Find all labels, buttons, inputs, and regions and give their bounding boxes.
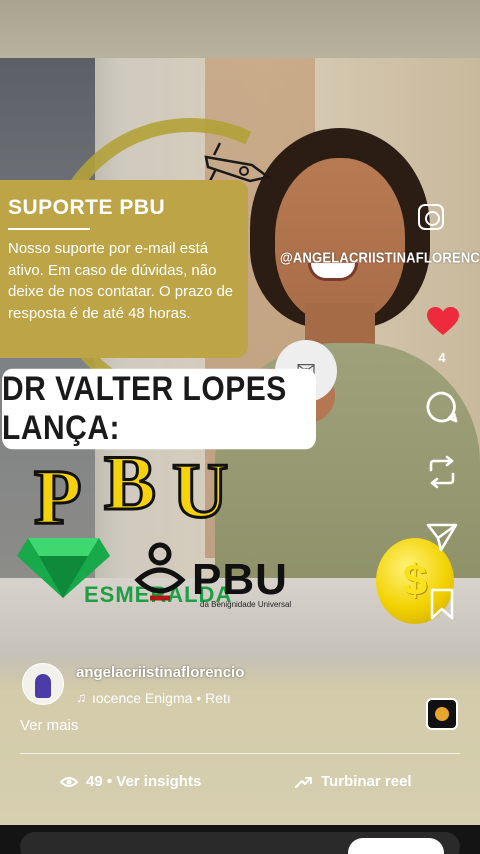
audio-track[interactable]: ıocence Enigma • Retı: [92, 690, 252, 706]
title-underline: [8, 228, 90, 230]
disc-icon: [435, 707, 449, 721]
pbu-logo-subtitle: da Benignidade Universal: [200, 600, 292, 609]
repost-icon[interactable]: [426, 455, 458, 489]
bottom-action-button[interactable]: [348, 838, 444, 854]
pbu-letter-p: P: [33, 452, 84, 542]
insights-label: 49 • Ver insights: [86, 773, 202, 790]
support-card: SUPORTE PBU Nosso suporte por e-mail est…: [0, 180, 248, 358]
boost-reel-button[interactable]: Turbinar reel: [295, 773, 412, 790]
instagram-icon[interactable]: [418, 204, 444, 230]
insights-button[interactable]: 49 • Ver insights: [60, 773, 201, 790]
boost-label: Turbinar reel: [321, 773, 412, 790]
eye-icon: [60, 776, 78, 787]
pbu-letter-u: U: [170, 446, 229, 536]
heart-icon[interactable]: [426, 306, 460, 336]
status-area: [0, 0, 480, 58]
more-link[interactable]: Ver mais: [20, 717, 78, 734]
headline-banner: DR VALTER LOPES LANÇA:: [2, 368, 316, 450]
bookmark-icon[interactable]: [429, 588, 455, 620]
support-title: SUPORTE PBU: [8, 196, 166, 219]
pbu-logo-text: PBU: [192, 555, 288, 604]
comment-icon[interactable]: [425, 390, 459, 424]
divider: [20, 753, 460, 754]
share-icon[interactable]: [426, 522, 458, 552]
trending-up-icon: [295, 776, 312, 788]
creator-handle: @ANGELACRIISTINAFLORENCIO: [280, 249, 480, 266]
support-body: Nosso suporte por e-mail está ativo. Em …: [8, 240, 234, 322]
pbu-letters: P B U: [30, 438, 250, 542]
avatar[interactable]: [22, 663, 64, 705]
pbu-logo-symbol-icon: [134, 542, 186, 601]
username[interactable]: angelacriistinaflorencio: [76, 664, 244, 681]
music-note-icon: ♫: [76, 689, 87, 705]
audio-thumbnail[interactable]: [426, 698, 458, 730]
pbu-letter-b: B: [102, 438, 157, 528]
like-count: 4: [438, 350, 446, 365]
